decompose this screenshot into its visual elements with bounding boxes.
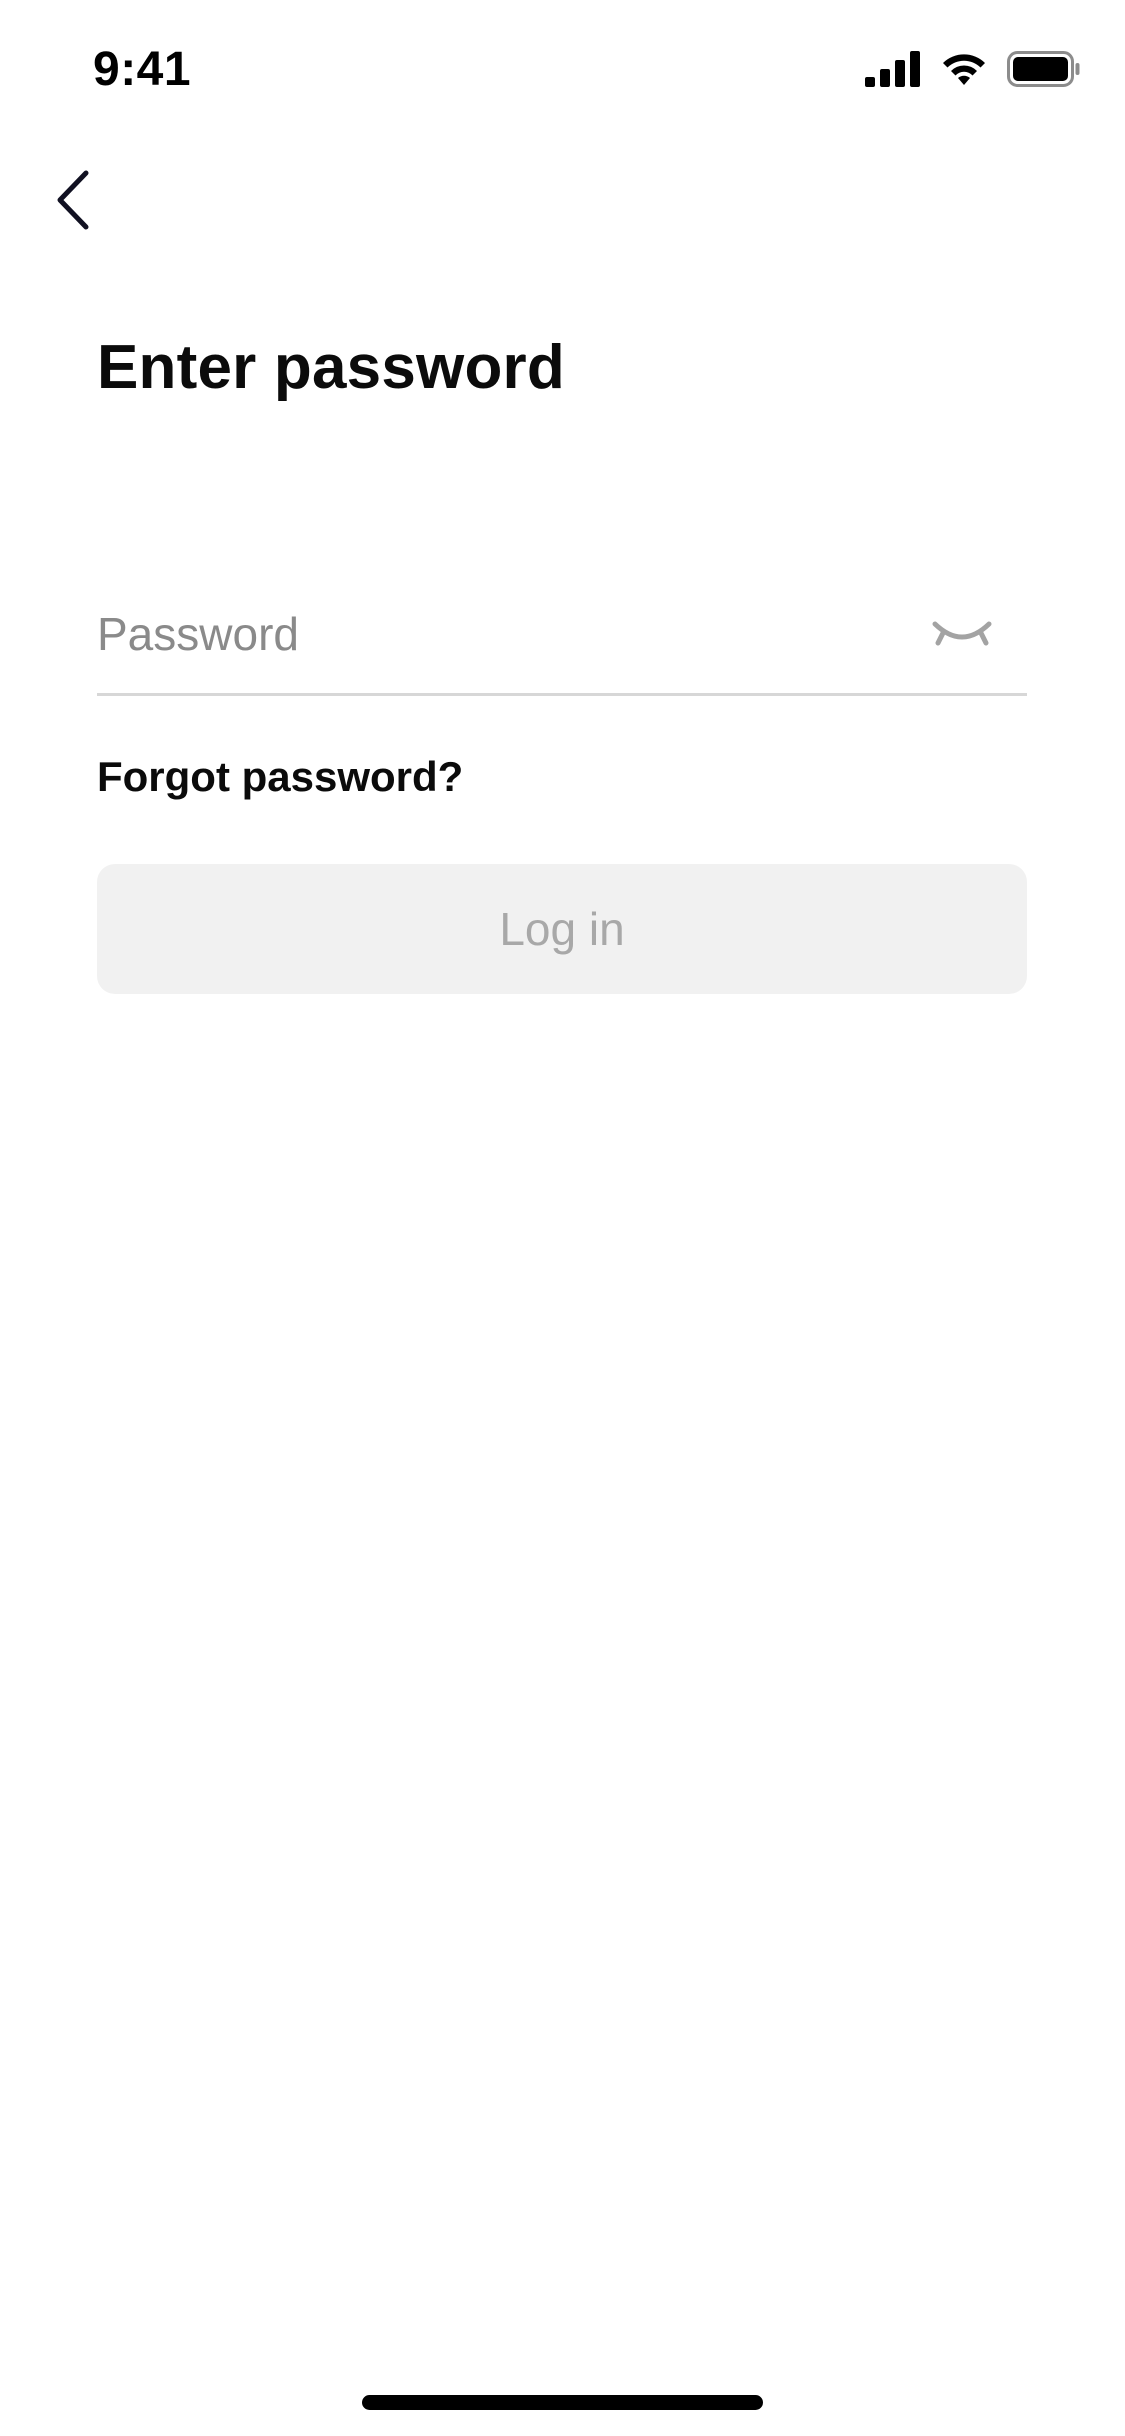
forgot-password-link[interactable]: Forgot password?	[97, 753, 463, 801]
password-input[interactable]	[97, 580, 897, 688]
signal-icon	[865, 51, 920, 87]
home-indicator	[362, 2395, 763, 2410]
login-password-screen: 9:41 Enter password Forgot password? Log…	[0, 0, 1125, 2436]
chevron-left-icon	[57, 170, 89, 230]
password-field	[97, 580, 1027, 696]
battery-icon	[1007, 51, 1080, 87]
password-visibility-toggle[interactable]	[927, 610, 997, 662]
eye-closed-icon	[932, 621, 992, 646]
wifi-icon	[943, 54, 985, 85]
status-time: 9:41	[93, 43, 192, 96]
login-button[interactable]: Log in	[97, 864, 1027, 994]
back-button[interactable]	[40, 160, 104, 240]
page-title: Enter password	[97, 333, 565, 402]
status-icons	[865, 46, 1081, 92]
